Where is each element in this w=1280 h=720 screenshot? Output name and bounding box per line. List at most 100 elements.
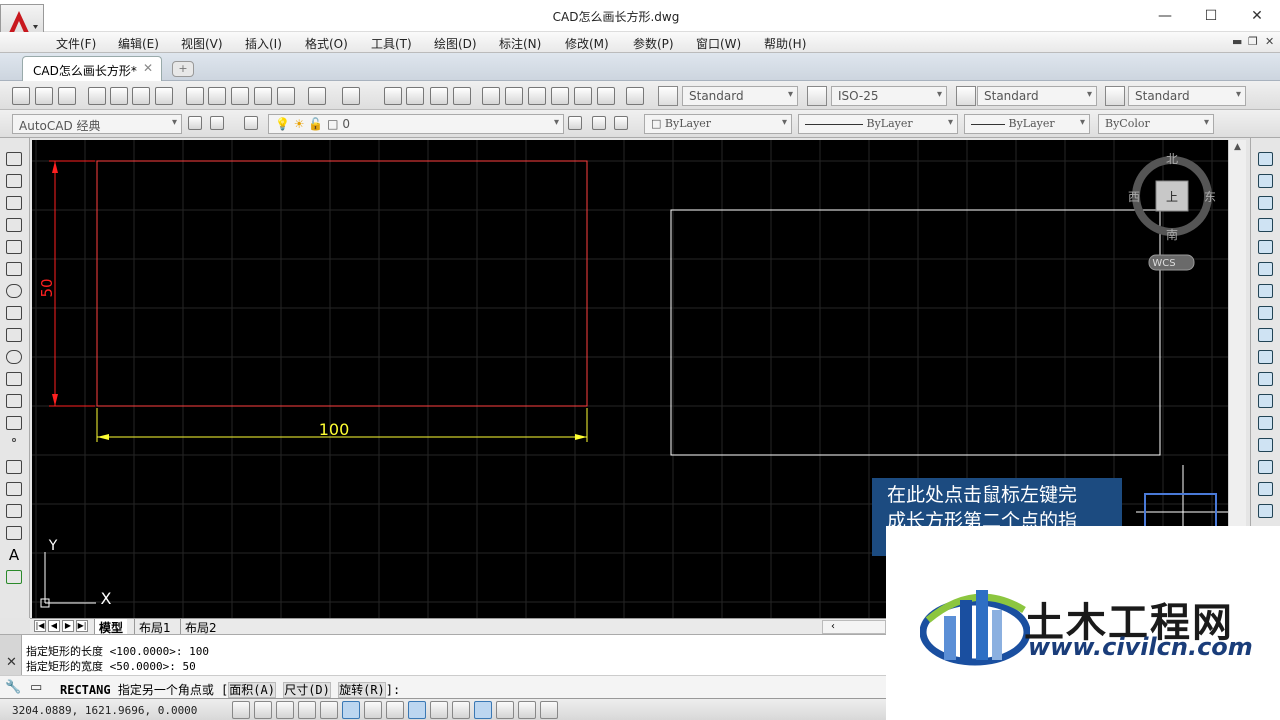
zoom-window-icon[interactable] [430,87,448,105]
fillet-icon[interactable] [1258,482,1273,496]
revision-cloud-icon[interactable] [6,306,22,320]
dyn-toggle[interactable] [430,701,448,719]
join-icon[interactable] [1258,438,1273,452]
file-tab[interactable]: CAD怎么画长方形* ✕ [22,56,162,81]
construction-line-icon[interactable] [6,174,22,188]
menu-file[interactable]: 文件(F) [56,35,96,52]
rotate-icon[interactable] [1258,284,1273,298]
infer-constraints-toggle[interactable] [232,701,250,719]
redo-icon[interactable] [342,87,360,105]
table-style-combo[interactable]: Standard [977,86,1097,106]
layer-state-icon[interactable] [614,116,628,130]
menu-tools[interactable]: 工具(T) [371,35,412,52]
doc-minimize-icon[interactable]: ▬ [1232,35,1242,48]
menu-help[interactable]: 帮助(H) [764,35,806,52]
layer-combo[interactable]: 💡 ☀ 🔓 □ 0 [268,114,564,134]
compass-north[interactable]: 北 [1166,152,1178,166]
dim-style-combo[interactable]: ISO-25 [831,86,947,106]
spline-icon[interactable] [6,328,22,342]
command-close-icon[interactable]: ✕ [6,655,17,670]
menu-insert[interactable]: 插入(I) [245,35,282,52]
new-tab-button[interactable]: + [172,61,194,77]
insert-block-icon[interactable] [6,394,22,408]
copy-object-icon[interactable] [1258,174,1273,188]
color-combo[interactable]: □ ByLayer [644,114,792,134]
first-layout-icon[interactable]: |◀ [34,620,46,632]
sheet-set-icon[interactable] [551,87,569,105]
option-area[interactable]: 面积(A) [228,682,276,698]
doc-restore-icon[interactable]: ❐ [1248,35,1258,48]
cursor-coordinates[interactable]: 3204.0889, 1621.9696, 0.0000 [12,704,197,717]
layer-properties-icon[interactable] [244,116,258,130]
extend-icon[interactable] [1258,372,1273,386]
quick-properties-toggle[interactable] [496,701,514,719]
table-icon[interactable] [6,526,22,540]
make-block-icon[interactable] [6,416,22,430]
command-prompt[interactable]: RECTANG 指定另一个角点或 [面积(A) 尺寸(D) 旋转(R)]: [60,681,400,698]
scale-icon[interactable] [1258,306,1273,320]
match-properties-icon[interactable] [277,87,295,105]
viewcube[interactable]: 上 北 南 西 东 WCS [1128,152,1216,271]
add-selected-icon[interactable] [6,570,22,584]
otrack-toggle[interactable] [386,701,404,719]
menu-format[interactable]: 格式(O) [305,35,348,52]
offset-icon[interactable] [1258,218,1273,232]
annotation-monitor-toggle[interactable] [540,701,558,719]
menu-edit[interactable]: 编辑(E) [118,35,159,52]
command-input-row[interactable]: 🔧 ▭ RECTANG 指定另一个角点或 [面积(A) 尺寸(D) 旋转(R)]… [0,675,886,699]
compass-west[interactable]: 西 [1128,190,1140,204]
ortho-toggle[interactable] [298,701,316,719]
menu-draw[interactable]: 绘图(D) [434,35,477,52]
markup-icon[interactable] [574,87,592,105]
make-current-layer-icon[interactable] [568,116,582,130]
tab-layout2[interactable]: 布局2 [180,619,221,635]
horizontal-scrollbar[interactable]: ‹ [822,620,886,634]
scroll-up-icon[interactable]: ▲ [1234,142,1241,152]
file-tab-close-icon[interactable]: ✕ [143,61,153,75]
calculator-icon[interactable] [597,87,615,105]
next-layout-icon[interactable]: ▶ [62,620,74,632]
3d-osnap-toggle[interactable] [364,701,382,719]
tab-layout1[interactable]: 布局1 [134,619,175,635]
option-dimensions[interactable]: 尺寸(D) [283,682,331,698]
plot-icon[interactable] [88,87,106,105]
design-center-icon[interactable] [505,87,523,105]
zoom-realtime-icon[interactable] [406,87,424,105]
blend-icon[interactable] [1258,504,1273,518]
customize-wrench-icon[interactable]: 🔧 [5,680,21,695]
grid-toggle[interactable] [276,701,294,719]
publish-icon[interactable] [132,87,150,105]
close-button[interactable]: ✕ [1234,4,1280,28]
zoom-previous-icon[interactable] [453,87,471,105]
cut-icon[interactable] [186,87,204,105]
menu-parametric[interactable]: 参数(P) [633,35,674,52]
mtext-icon[interactable]: A [6,548,22,563]
new-icon[interactable] [12,87,30,105]
snap-toggle[interactable] [254,701,272,719]
gradient-icon[interactable] [6,482,22,496]
menu-dimension[interactable]: 标注(N) [499,35,541,52]
linetype-combo[interactable]: ByLayer [798,114,958,134]
trim-icon[interactable] [1258,350,1273,364]
lineweight-toggle[interactable] [452,701,470,719]
workspace-settings-icon[interactable] [188,116,202,130]
workspace-lock-icon[interactable] [210,116,224,130]
move-icon[interactable] [1258,262,1273,276]
workspace-combo[interactable]: AutoCAD 经典 [12,114,182,134]
menu-view[interactable]: 视图(V) [181,35,223,52]
mirror-icon[interactable] [1258,196,1273,210]
polar-toggle[interactable] [320,701,338,719]
text-style-combo[interactable]: Standard [682,86,798,106]
osnap-toggle[interactable] [342,701,360,719]
transparency-toggle[interactable] [474,701,492,719]
rectangle-icon[interactable] [6,240,22,254]
option-rotation[interactable]: 旋转(R) [338,682,386,698]
arc-icon[interactable] [6,262,22,276]
layer-previous-icon[interactable] [592,116,606,130]
stretch-icon[interactable] [1258,328,1273,342]
minimize-button[interactable]: — [1142,4,1188,28]
chamfer-icon[interactable] [1258,460,1273,474]
recent-commands-icon[interactable]: ▭ [30,680,42,695]
break-at-point-icon[interactable] [1258,394,1273,408]
polygon-icon[interactable] [6,218,22,232]
